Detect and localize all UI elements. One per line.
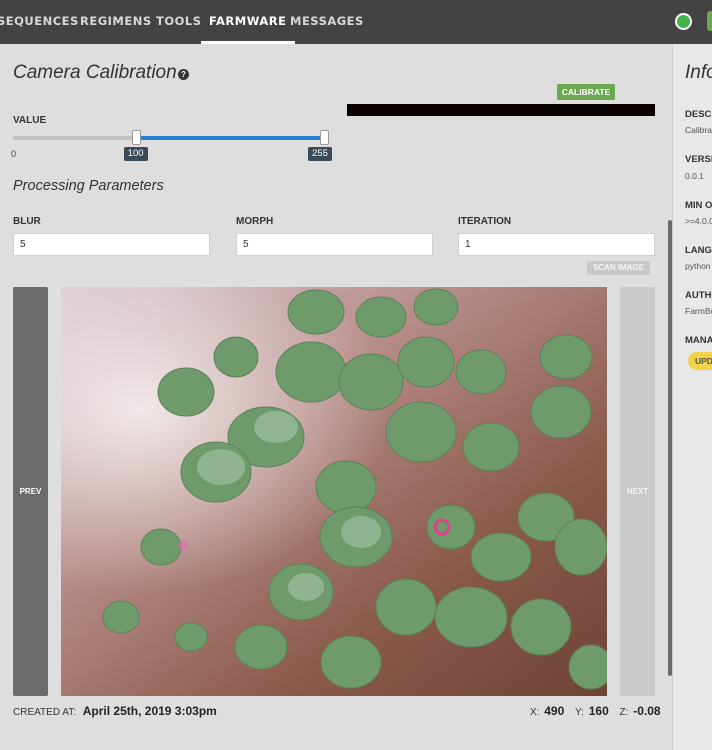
blur-input[interactable]: 5	[13, 233, 210, 256]
nav-item-messages[interactable]: MESSAGES	[290, 0, 364, 44]
info-min-os-value: >=4.0.0	[685, 216, 712, 226]
value-slider-range	[135, 136, 326, 140]
farmware-info-panel: Info DESCR Calibra VERSI 0.0.1 MIN O >=4…	[672, 44, 712, 750]
help-icon[interactable]: ?	[178, 69, 189, 80]
info-language-label: LANGU	[685, 245, 712, 256]
info-description-value: Calibra	[685, 125, 712, 135]
value-label: VALUE	[13, 115, 47, 126]
morph-label: MORPH	[236, 216, 274, 227]
top-navbar: SEQUENCES REGIMENS TOOLS FARMWARE MESSAG…	[0, 0, 712, 44]
slider-min-label: 0	[11, 149, 17, 159]
info-language-value: python	[685, 261, 711, 271]
slider-low-value: 100	[123, 147, 148, 161]
nav-item-regimens[interactable]: REGIMENS	[80, 0, 152, 44]
slider-handle-low[interactable]	[131, 130, 141, 145]
next-label: NEXT	[626, 487, 649, 496]
processing-parameters-title: Processing Parameters	[13, 178, 164, 194]
x-label: X:	[530, 707, 540, 718]
info-version-value: 0.0.1	[685, 171, 704, 181]
created-at-label: CREATED AT:	[13, 707, 76, 718]
status-dot-icon[interactable]	[675, 13, 692, 30]
created-at-value: April 25th, 2019 3:03pm	[82, 704, 217, 718]
z-value: -0.08	[633, 704, 661, 718]
nav-item-farmware[interactable]: FARMWARE	[201, 0, 295, 44]
y-label: Y:	[575, 707, 584, 718]
info-version-label: VERSI	[685, 154, 712, 165]
info-min-os-label: MIN O	[685, 200, 712, 211]
sync-status-pill[interactable]	[707, 11, 712, 31]
created-at-row: CREATED AT: April 25th, 2019 3:03pm	[13, 704, 217, 718]
next-image-button[interactable]: NEXT	[620, 287, 655, 696]
nav-item-sequences[interactable]: SEQUENCES	[0, 0, 79, 44]
iteration-input[interactable]: 1	[458, 233, 655, 256]
prev-label: PREV	[19, 487, 42, 496]
scan-image-button[interactable]: SCAN IMAGE	[587, 261, 650, 275]
z-label: Z:	[619, 707, 629, 718]
y-value: 160	[588, 704, 609, 718]
page-title: Camera Calibration	[13, 62, 177, 83]
x-value: 490	[544, 704, 565, 718]
slider-high-value: 255	[308, 147, 332, 161]
info-author-value: FarmBo	[685, 306, 712, 316]
info-author-label: AUTHO	[685, 290, 712, 301]
blur-label: BLUR	[13, 216, 41, 227]
garden-photo	[61, 287, 607, 696]
iteration-label: ITERATION	[458, 216, 512, 227]
update-button[interactable]: UPD	[688, 352, 712, 370]
coordinates-readout: X: 490 Y: 160 Z: -0.08	[530, 704, 661, 718]
color-range-preview	[347, 104, 655, 116]
morph-input[interactable]: 5	[236, 233, 433, 256]
slider-handle-high[interactable]	[320, 130, 329, 145]
info-title: Info	[685, 62, 712, 83]
info-manage-label: MANA	[685, 335, 712, 346]
calibrate-button[interactable]: CALIBRATE	[557, 84, 615, 100]
prev-image-button[interactable]: PREV	[13, 287, 48, 696]
nav-item-tools[interactable]: TOOLS	[156, 0, 202, 44]
info-description-label: DESCR	[685, 109, 712, 120]
